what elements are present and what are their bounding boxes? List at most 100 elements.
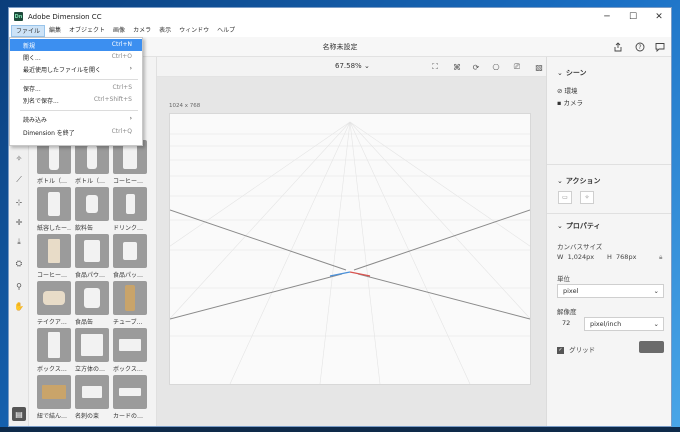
- asset-tile[interactable]: カードの…: [113, 375, 147, 421]
- file-exit[interactable]: Dimension を終了 Ctrl+Q: [10, 126, 142, 138]
- canvas-toolbar: 67.58% ⌄ ⛶ ⌘ ⟳ ⎔ ⎚ ▧: [157, 57, 546, 77]
- height-field[interactable]: H 768px: [607, 253, 636, 261]
- width-field[interactable]: W 1,024px: [557, 253, 594, 261]
- asset-label: ボトル（…: [75, 178, 106, 185]
- camera-orbit-icon[interactable]: ⛭: [12, 257, 26, 271]
- asset-tile[interactable]: コーヒー…: [37, 234, 71, 280]
- resolution-unit-select[interactable]: pixel/inch ⌄: [584, 317, 664, 331]
- sample-tool-icon[interactable]: ⟋: [12, 173, 26, 187]
- action-match-icon[interactable]: ✧: [580, 191, 594, 204]
- menu-camera[interactable]: カメラ: [129, 25, 155, 37]
- file-save[interactable]: 保存... Ctrl+S: [10, 82, 142, 94]
- menu-help[interactable]: ヘルプ: [213, 25, 239, 37]
- fit-icon[interactable]: ⛶: [429, 61, 441, 73]
- hand-tool-icon[interactable]: ✋: [12, 299, 26, 313]
- section-divider: [547, 213, 671, 214]
- select-camera-icon[interactable]: ⌘: [451, 61, 463, 73]
- menu-edit[interactable]: 編集: [45, 25, 65, 37]
- menu-view[interactable]: 表示: [155, 25, 175, 37]
- feedback-icon[interactable]: [653, 40, 667, 54]
- grid-color-swatch[interactable]: [639, 341, 664, 353]
- asset-tile[interactable]: 紙容したー…: [37, 187, 71, 233]
- actions-section-title[interactable]: アクション: [557, 176, 601, 186]
- asset-tile[interactable]: チューブ…: [113, 281, 147, 327]
- unit-label: 単位: [557, 275, 570, 283]
- asset-tile[interactable]: テイクア…: [37, 281, 71, 327]
- asset-label: 食品パッ…: [113, 272, 144, 279]
- pan-icon[interactable]: ⎔: [490, 61, 502, 73]
- scene-camera[interactable]: ▪ カメラ: [557, 97, 583, 107]
- asset-tile[interactable]: ボックス…: [113, 328, 147, 374]
- share-icon[interactable]: [611, 40, 625, 54]
- asset-tile[interactable]: コーヒー…: [113, 140, 147, 186]
- asset-tile[interactable]: 食品パウ…: [75, 234, 109, 280]
- move-tool-icon[interactable]: ✛: [12, 215, 26, 229]
- maximize-button[interactable]: ☐: [621, 8, 645, 25]
- grid-checkbox-row[interactable]: ✓ グリッド: [557, 344, 595, 354]
- chevron-down-icon: ⌄: [363, 62, 370, 70]
- asset-object: [125, 285, 135, 311]
- asset-tile[interactable]: ボトル（…: [75, 140, 109, 186]
- asset-object: [125, 194, 135, 214]
- asset-tile[interactable]: 名刺の束: [75, 375, 109, 421]
- orbit-icon[interactable]: ⟳: [470, 61, 482, 73]
- asset-tile[interactable]: ドリンク…: [113, 187, 147, 233]
- asset-tile[interactable]: 食品パッ…: [113, 234, 147, 280]
- asset-tile[interactable]: 立方体の…: [75, 328, 109, 374]
- asset-tile[interactable]: 紐で結ん…: [37, 375, 71, 421]
- close-button[interactable]: ✕: [647, 8, 671, 25]
- camera-icon: ▪: [557, 99, 562, 107]
- dolly-icon[interactable]: ⎚: [511, 61, 523, 73]
- asset-tile[interactable]: 飲料缶: [75, 187, 109, 233]
- section-divider: [547, 164, 671, 165]
- unit-select[interactable]: pixel ⌄: [557, 284, 664, 298]
- menu-object[interactable]: オブジェクト: [65, 25, 109, 37]
- library-icon[interactable]: ▤: [12, 407, 26, 421]
- asset-tile[interactable]: ボックス…: [37, 328, 71, 374]
- file-open[interactable]: 開く... Ctrl+O: [10, 51, 142, 63]
- asset-object: [86, 195, 98, 213]
- minimize-button[interactable]: ─: [595, 8, 619, 25]
- zoom-tool-icon[interactable]: ⚲: [12, 279, 26, 293]
- asset-object: [49, 144, 59, 170]
- menu-window[interactable]: ウィンドウ: [175, 25, 213, 37]
- asset-thumbnail: [75, 328, 109, 362]
- asset-object: [82, 386, 102, 398]
- asset-thumbnail: [37, 281, 71, 315]
- svg-text:?: ?: [638, 44, 641, 51]
- scene-environment[interactable]: ⊘ 環境: [557, 85, 578, 95]
- action-image-icon[interactable]: ▭: [558, 191, 572, 204]
- title-bar: Dn Adobe Dimension CC ─ ☐ ✕: [9, 8, 671, 25]
- asset-label: 立方体の…: [75, 366, 106, 373]
- menu-file[interactable]: ファイル: [11, 25, 46, 37]
- file-open-recent[interactable]: 最近使用したファイルを開く ›: [10, 63, 142, 75]
- canvas-viewport[interactable]: [9, 113, 671, 385]
- resolution-label: 解像度: [557, 308, 577, 316]
- properties-section-title[interactable]: プロパティ: [557, 221, 601, 231]
- render-preview-icon[interactable]: ▧: [533, 61, 545, 73]
- asset-label: ボトル（…: [37, 178, 68, 185]
- grid-checkbox[interactable]: ✓: [557, 346, 564, 354]
- chevron-down-icon: ⌄: [653, 320, 659, 328]
- file-new[interactable]: 新規 Ctrl+N: [10, 39, 142, 51]
- resolution-input[interactable]: 72: [557, 317, 581, 331]
- taskbar: [0, 427, 680, 432]
- asset-tile[interactable]: 食品缶: [75, 281, 109, 327]
- help-icon[interactable]: ?: [633, 40, 647, 54]
- asset-object: [119, 388, 141, 396]
- zoom-dropdown[interactable]: 67.58% ⌄: [335, 62, 370, 70]
- file-save-as[interactable]: 別名で保存... Ctrl+Shift+S: [10, 94, 142, 106]
- scene-section-title[interactable]: シーン: [557, 68, 587, 78]
- magic-wand-icon[interactable]: ✧: [12, 151, 26, 165]
- asset-thumbnail: [113, 281, 147, 315]
- menu-image[interactable]: 画像: [109, 25, 129, 37]
- asset-tile[interactable]: ボトル（…: [37, 140, 71, 186]
- drop-tool-icon[interactable]: ⤓: [12, 235, 26, 249]
- asset-label: 名刺の束: [75, 413, 100, 420]
- asset-label: ボックス…: [113, 366, 143, 373]
- link-proportions-icon[interactable]: 🔒︎: [659, 253, 662, 262]
- file-import[interactable]: 読み込み ›: [10, 113, 142, 125]
- asset-object: [43, 291, 65, 305]
- menu-separator: [20, 110, 138, 111]
- select-tool-icon[interactable]: ⊹: [12, 195, 26, 209]
